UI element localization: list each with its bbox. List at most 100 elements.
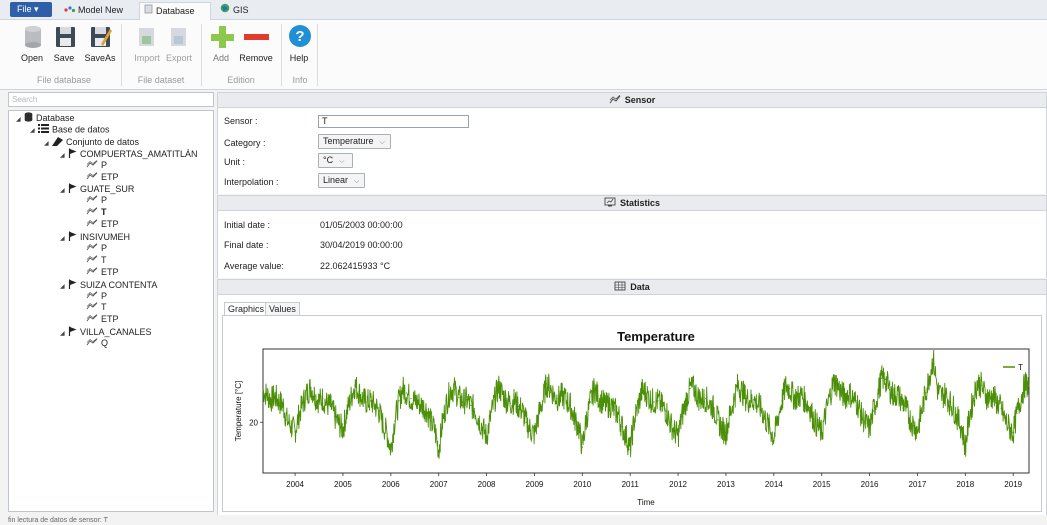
unit-dropdown[interactable]: °C ⌵ — [318, 153, 353, 168]
group-label-file-dataset: File dataset — [137, 75, 185, 85]
x-tick-label: 2006 — [382, 480, 400, 489]
expand-triangle-icon[interactable]: ◢ — [44, 139, 52, 150]
tree-node-sensor[interactable]: ETP — [86, 314, 119, 325]
data-point — [928, 375, 931, 377]
tree-node-sensor[interactable]: T — [86, 207, 107, 218]
final-date-label: Final date : — [224, 240, 269, 250]
tab-model-new[interactable]: Model New — [60, 2, 136, 20]
tree-node-station[interactable]: ◢ COMPUERTAS_AMATITLÁN — [60, 148, 198, 162]
data-point — [733, 398, 735, 400]
data-point — [294, 430, 296, 432]
expand-triangle-icon[interactable]: ◢ — [60, 329, 68, 340]
tree-node-sensor[interactable]: P — [86, 160, 107, 171]
data-point — [613, 409, 615, 411]
tree-node-sensor[interactable]: P — [86, 195, 107, 206]
x-tick-label: 2012 — [669, 480, 687, 489]
sensor-name-input[interactable]: T — [318, 115, 469, 128]
sensor-icon — [86, 243, 98, 254]
data-point — [1000, 408, 1002, 410]
save-button[interactable]: Save — [52, 23, 76, 63]
export-button[interactable]: Export — [163, 23, 195, 63]
expand-triangle-icon[interactable]: ◢ — [30, 126, 38, 137]
interpolation-dropdown[interactable]: Linear ⌵ — [318, 173, 365, 188]
data-point — [964, 446, 966, 448]
data-point — [836, 384, 839, 386]
data-point — [809, 407, 811, 409]
saveas-button[interactable]: SaveAs — [84, 23, 116, 63]
data-point — [494, 399, 496, 401]
expand-triangle-icon[interactable]: ◢ — [60, 186, 68, 197]
ribbon-separator — [281, 24, 282, 86]
data-point — [972, 398, 975, 400]
data-point — [996, 402, 999, 404]
tree-node-sensor[interactable]: ETP — [86, 172, 119, 183]
data-point — [968, 417, 970, 419]
data-point — [1012, 431, 1014, 433]
expand-triangle-icon[interactable]: ◢ — [60, 234, 68, 245]
data-point — [470, 404, 472, 406]
sensor-section-header: Sensor — [217, 92, 1047, 108]
tree-node-sensor[interactable]: T — [86, 302, 107, 313]
data-point — [649, 399, 651, 401]
import-button[interactable]: Import — [131, 23, 163, 63]
tree-node-sensor[interactable]: P — [86, 243, 107, 254]
data-point — [937, 389, 939, 391]
data-point — [681, 416, 683, 418]
data-point — [805, 401, 807, 403]
data-point — [948, 401, 951, 403]
data-point — [537, 416, 539, 418]
x-tick-label: 2009 — [526, 480, 544, 489]
data-point — [709, 403, 711, 405]
open-button[interactable]: Open — [20, 23, 44, 63]
remove-label: Remove — [239, 53, 273, 63]
ribbon-separator — [201, 24, 202, 86]
tree-node-station[interactable]: ◢ SUIZA CONTENTA — [60, 279, 157, 293]
tree-node-sensor[interactable]: T — [86, 255, 107, 266]
remove-button[interactable]: Remove — [238, 23, 274, 63]
data-point — [988, 398, 990, 400]
search-input[interactable]: Search — [8, 92, 214, 107]
tree-node-label: VILLA_CANALES — [80, 326, 152, 337]
data-point — [877, 393, 879, 395]
sensor-icon — [86, 314, 98, 325]
tab-graphics[interactable]: Graphics — [224, 302, 269, 316]
data-point — [486, 436, 488, 438]
tree-node-sensor[interactable]: ETP — [86, 219, 119, 230]
sensor-icon — [86, 207, 98, 218]
expand-triangle-icon[interactable]: ◢ — [16, 115, 24, 126]
tab-values[interactable]: Values — [265, 302, 300, 316]
data-point — [441, 421, 444, 423]
category-dropdown[interactable]: Temperature ⌵ — [318, 134, 391, 149]
data-point — [848, 392, 851, 394]
data-point — [865, 422, 867, 424]
file-menu-button[interactable]: File ▾ — [10, 2, 52, 17]
data-point — [669, 421, 671, 423]
expand-triangle-icon[interactable]: ◢ — [60, 282, 68, 293]
tree-node-sensor[interactable]: P — [86, 291, 107, 302]
ribbon-tab-strip: File ▾ Model New Database GIS — [0, 0, 1047, 20]
tree-node-sensor[interactable]: ETP — [86, 267, 119, 278]
data-point — [697, 396, 699, 399]
sensor-icon — [86, 338, 98, 349]
data-point — [797, 396, 799, 399]
data-point — [462, 401, 464, 403]
data-point — [913, 425, 915, 427]
tree-node-sensor[interactable]: Q — [86, 338, 108, 349]
tab-gis[interactable]: GIS — [216, 2, 256, 20]
data-point — [477, 418, 479, 420]
expand-triangle-icon[interactable]: ◢ — [60, 151, 68, 162]
sensor-icon — [86, 160, 98, 171]
help-button[interactable]: ? Help — [287, 23, 311, 63]
data-point — [593, 387, 595, 390]
data-point — [450, 389, 452, 391]
x-tick-label: 2017 — [909, 480, 927, 489]
plus-icon — [209, 23, 235, 51]
data-point — [1024, 383, 1026, 385]
add-button[interactable]: Add — [209, 23, 235, 63]
data-point — [358, 391, 360, 393]
data-point — [446, 401, 448, 403]
x-tick-label: 2008 — [478, 480, 496, 489]
tab-database[interactable]: Database — [139, 2, 211, 20]
data-point — [453, 389, 456, 391]
data-point — [597, 395, 599, 397]
